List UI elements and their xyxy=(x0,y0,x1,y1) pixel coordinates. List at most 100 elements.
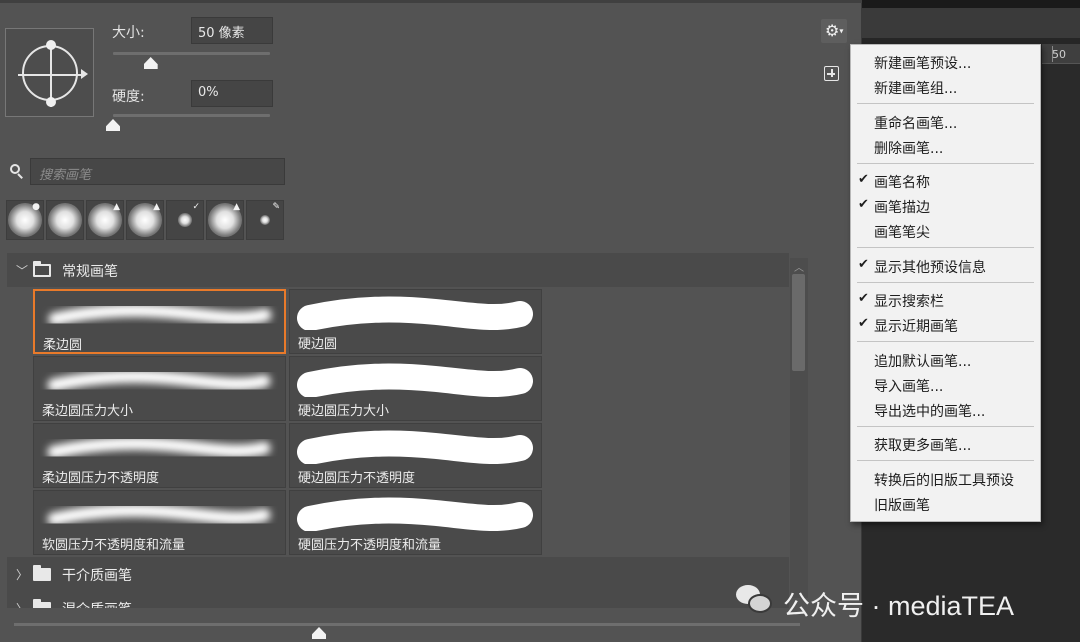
menu-item[interactable]: 导出选中的画笔... xyxy=(851,397,1040,422)
brush-preset-name: 硬边圆 xyxy=(298,337,338,352)
menu-item-label: 画笔描边 xyxy=(874,200,930,216)
menu-item-label: 导出选中的画笔... xyxy=(874,403,986,420)
menu-item[interactable]: 追加默认画笔... xyxy=(851,347,1040,372)
tip-roundness-handle-top[interactable] xyxy=(46,40,56,50)
brush-preset-item[interactable]: 硬圆压力不透明度和流量 xyxy=(289,490,542,555)
scroll-up-arrow-icon[interactable]: ︿ xyxy=(794,259,804,274)
hardness-field[interactable]: 0% xyxy=(191,80,273,107)
user-badge-icon: ▲ xyxy=(113,202,120,212)
soft-brush-stroke-preview xyxy=(47,370,271,392)
panel-menu-gear-icon[interactable]: ⚙▾ xyxy=(821,19,847,43)
brush-preset-name: 软圆压力不透明度和流量 xyxy=(42,538,186,553)
checkmark-icon: ✔ xyxy=(858,316,869,331)
soft-brush-stroke-preview xyxy=(48,304,272,326)
recent-brush-soft-round[interactable] xyxy=(46,200,84,240)
brush-preset-name: 硬圆压力不透明度和流量 xyxy=(298,538,442,553)
hardness-slider-track[interactable] xyxy=(113,114,270,117)
brush-dab-thumbnail xyxy=(260,215,270,225)
menu-item[interactable]: ✔ 画笔名称 xyxy=(851,168,1040,193)
brush-panel-flyout-menu: 新建画笔预设... 新建画笔组... 重命名画笔... 删除画笔... ✔ 画笔名称 ✔ 画笔… xyxy=(850,44,1041,522)
search-icon xyxy=(10,164,24,179)
brush-preset-item[interactable]: 柔边圆压力大小 xyxy=(33,356,286,421)
chevron-down-icon[interactable]: ﹀ xyxy=(16,262,28,279)
menu-item[interactable]: 删除画笔... xyxy=(851,134,1040,159)
folder-icon xyxy=(33,565,51,581)
recent-brush-soft-round-user-2[interactable]: ▲ xyxy=(206,200,244,240)
menu-separator xyxy=(857,247,1034,248)
menu-item-label: 画笔名称 xyxy=(874,175,930,191)
brush-preset-name: 硬边圆压力不透明度 xyxy=(298,471,416,486)
hard-brush-stroke-preview xyxy=(297,430,533,464)
hardness-slider-thumb-shape xyxy=(106,119,120,131)
pen-badge-icon: ✎ xyxy=(272,202,280,212)
brush-group-header[interactable]: 〉 干介质画笔 xyxy=(7,557,789,591)
brush-group-name: 常规画笔 xyxy=(62,264,118,280)
brush-group-header[interactable]: 〉 湿介质画笔 xyxy=(7,591,789,608)
folder-icon xyxy=(33,261,51,277)
menu-item-label: 获取更多画笔... xyxy=(874,438,972,454)
brush-preset-item[interactable]: 硬边圆压力大小 xyxy=(289,356,542,421)
user-k-badge-icon: ▲ xyxy=(153,202,160,212)
brush-preset-item[interactable]: 软圆压力不透明度和流量 xyxy=(33,490,286,555)
menu-item[interactable]: 重命名画笔... xyxy=(851,109,1040,134)
menu-item-label: 删除画笔... xyxy=(874,140,944,157)
size-slider-track[interactable] xyxy=(113,52,270,55)
menu-separator xyxy=(857,162,1034,164)
chevron-right-icon[interactable]: 〉 xyxy=(16,566,28,583)
menu-item[interactable]: 导入画笔... xyxy=(851,372,1040,397)
menu-item-label: 重命名画笔... xyxy=(874,115,958,132)
menu-item[interactable]: ✔ 显示近期画笔 xyxy=(851,312,1040,337)
thumbnail-size-slider-track[interactable] xyxy=(14,623,800,626)
menu-item[interactable]: 新建画笔预设... xyxy=(851,49,1040,74)
recent-brush-soft-round-user-small[interactable]: ▲ xyxy=(126,200,164,240)
user-badge-icon: ▲ xyxy=(233,202,240,212)
size-label: 大小: xyxy=(112,25,145,41)
menu-item-label: 显示其他预设信息 xyxy=(874,259,986,276)
menu-item-label: 转换后的旧版工具预设 xyxy=(874,472,1014,489)
menu-item-label: 旧版画笔 xyxy=(874,497,930,514)
wechat-icon xyxy=(736,585,774,615)
new-brush-preset-icon[interactable] xyxy=(824,66,839,81)
panel-top-edge xyxy=(0,0,862,3)
brush-group-header[interactable]: ﹀ 常规画笔 xyxy=(7,253,789,287)
menu-item[interactable]: ✔ 显示搜索栏 xyxy=(851,287,1040,312)
brush-preset-item[interactable]: 硬边圆压力不透明度 xyxy=(289,423,542,488)
brush-tip-preview[interactable] xyxy=(5,28,94,117)
droplet-badge-icon: ● xyxy=(32,202,40,212)
brush-preset-item[interactable]: 柔边圆压力不透明度 xyxy=(33,423,286,488)
brush-dab-thumbnail xyxy=(48,203,82,237)
menu-item[interactable]: 画笔笔尖 xyxy=(851,218,1040,243)
recent-brush-soft-round-wet[interactable]: ● xyxy=(6,200,44,240)
brush-preset-item[interactable]: 硬边圆 xyxy=(289,289,542,354)
menu-item[interactable]: 获取更多画笔... xyxy=(851,431,1040,456)
tip-angle-arrow-icon[interactable] xyxy=(81,69,88,79)
horizontal-ruler: 50 xyxy=(1042,44,1080,64)
checkmark-icon: ✔ xyxy=(858,197,869,212)
menu-separator xyxy=(857,460,1034,461)
checkmark-icon: ✔ xyxy=(858,291,869,306)
menu-item[interactable]: 新建画笔组... xyxy=(851,74,1040,99)
brush-list: ﹀ 常规画笔柔边圆 硬边圆柔边圆压力大小 硬边圆压力大小 柔边圆压力不透明度 硬边圆压力不… xyxy=(7,253,789,608)
hard-brush-stroke-preview xyxy=(297,497,533,531)
brush-preset-name: 柔边圆压力大小 xyxy=(42,404,134,419)
menu-item[interactable]: ✔ 显示其他预设信息 xyxy=(851,253,1040,278)
brush-search-input[interactable]: 搜索画笔 xyxy=(30,158,285,185)
ruler-label: 50 xyxy=(1052,48,1066,61)
brush-preset-item[interactable]: 柔边圆 xyxy=(33,289,286,354)
list-scrollbar-thumb[interactable] xyxy=(792,274,805,371)
document-tab-bar[interactable] xyxy=(862,8,1080,38)
size-slider-thumb-shape xyxy=(143,57,158,69)
menu-item[interactable]: 转换后的旧版工具预设 xyxy=(851,466,1040,491)
brush-group-name: 湿介质画笔 xyxy=(62,599,132,608)
menu-item[interactable]: ✔ 画笔描边 xyxy=(851,193,1040,218)
watermark-text: 公众号 · mediaTEA xyxy=(783,591,1015,621)
recent-brush-small-dot-pen[interactable]: ✎ xyxy=(246,200,284,240)
chevron-right-icon[interactable]: 〉 xyxy=(16,600,28,608)
recent-brush-soft-round-user[interactable]: ▲ xyxy=(86,200,124,240)
menu-item[interactable]: 旧版画笔 xyxy=(851,491,1040,516)
recent-brush-small-soft-airbrush[interactable]: ✓ xyxy=(166,200,204,240)
photoshop-window: 50 大小: 50 像素 硬度: 0% ⚙▾ 搜索画笔 ● ▲ ▲ ✓ ▲ ✎ ﹀ 常规画笔… xyxy=(0,0,1080,642)
tip-roundness-handle-bottom[interactable] xyxy=(46,97,56,107)
size-field[interactable]: 50 像素 xyxy=(191,17,273,44)
hard-brush-stroke-preview xyxy=(297,363,533,397)
